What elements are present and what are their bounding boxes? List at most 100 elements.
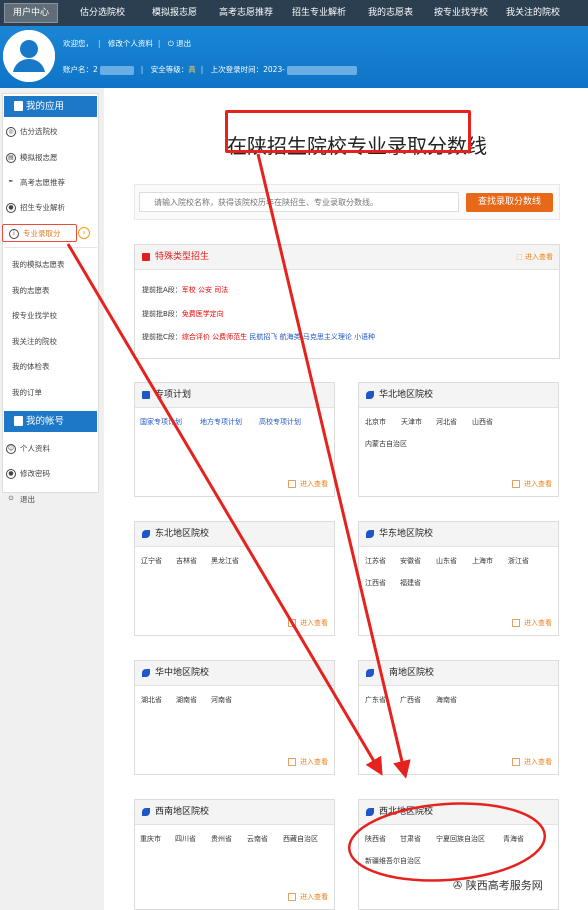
province-link[interactable]: 河南省 [211, 695, 232, 705]
search-input[interactable] [139, 192, 459, 212]
external-icon [288, 480, 296, 488]
sidebar-link-health[interactable]: 我的体检表 [12, 358, 50, 376]
edit-profile-link[interactable]: 修改个人资料 [108, 39, 153, 48]
nav-major-analysis[interactable]: 招生专业解析 [292, 0, 346, 26]
province-link[interactable]: 新疆维吾尔自治区 [365, 856, 421, 866]
avatar[interactable] [3, 30, 55, 82]
province-link[interactable]: 江苏省 [365, 556, 386, 566]
link-item[interactable]: 马克思主义理论 [303, 333, 352, 341]
last-login-label: 上次登录时间： [210, 65, 264, 74]
province-link[interactable]: 浙江省 [508, 556, 529, 566]
power-icon: ⏻ [8, 495, 14, 502]
sidebar-item-logout[interactable]: ⏻ 退出 [6, 491, 35, 509]
more-link[interactable]: 进入查看 [288, 479, 328, 489]
map-icon [366, 669, 374, 677]
province-link[interactable]: 广东省 [365, 695, 386, 705]
nav-user-center[interactable]: 用户中心 [4, 3, 58, 23]
sidebar-item-profile[interactable]: ☺ 个人资料 [6, 440, 50, 458]
more-link[interactable]: 进入查看 [288, 757, 328, 767]
province-link[interactable]: 山东省 [436, 556, 457, 566]
plan-link[interactable]: 国家专项计划 [140, 417, 182, 427]
sidebar-item-estimate[interactable]: ◎ 估分选院校 [6, 123, 58, 141]
chevron-right-icon[interactable]: › [78, 227, 90, 239]
link-item[interactable]: 免费医学定向 [182, 310, 224, 318]
sidebar-item-major-score[interactable]: i 专业录取分 [2, 224, 77, 242]
province-link[interactable]: 辽宁省 [141, 556, 162, 566]
sidebar-item-simulate[interactable]: ▤ 模拟报志愿 [6, 149, 58, 167]
province-link[interactable]: 海南省 [436, 695, 457, 705]
province-link[interactable]: 湖北省 [141, 695, 162, 705]
nav-followed[interactable]: 我关注的院校 [506, 0, 560, 26]
document-icon: ▤ [6, 153, 16, 163]
card-east: 华东地区院校 进入查看 [358, 521, 559, 636]
link-item[interactable]: 司法 [214, 286, 228, 294]
map-icon [366, 391, 374, 399]
nav-find-by-major[interactable]: 按专业找学校 [434, 0, 488, 26]
plan-link[interactable]: 地方专项计划 [200, 417, 242, 427]
profile-row-2: 账户名：2 | 安全等级：高 | 上次登录时间：2023- [63, 64, 359, 75]
top-nav: 用户中心 估分选院校 模拟报志愿 高考志愿推荐 招生专业解析 我的志愿表 按专业… [0, 0, 588, 26]
card-header: 华东地区院校 [359, 522, 558, 547]
info-icon: i [9, 229, 19, 239]
province-link[interactable]: 云南省 [247, 834, 268, 844]
province-link[interactable]: 陕西省 [365, 834, 386, 844]
nav-simulate[interactable]: 模拟报志愿 [152, 0, 197, 26]
sidebar-link-followed[interactable]: 我关注的院校 [12, 333, 57, 351]
link-item[interactable]: 综合评价 [182, 333, 210, 341]
plan-link[interactable]: 高校专项计划 [259, 417, 301, 427]
card-title: 华中地区院校 [155, 668, 210, 678]
province-link[interactable]: 贵州省 [211, 834, 232, 844]
link-item[interactable]: 民航招飞 [249, 333, 277, 341]
more-link[interactable]: 进入查看 [288, 618, 328, 628]
more-link[interactable]: 进入查看 [288, 892, 328, 902]
sidebar-link-my-simulate[interactable]: 我的模拟志愿表 [12, 256, 65, 274]
logout-link[interactable]: 退出 [176, 39, 191, 48]
more-link[interactable]: 进入查看 [512, 479, 552, 489]
link-item[interactable]: 军校 [182, 286, 196, 294]
card-title: 特殊类型招生 [155, 252, 210, 262]
province-link[interactable]: 青海省 [503, 834, 524, 844]
link-item[interactable]: 公安 [198, 286, 212, 294]
redacted-mask [99, 65, 134, 75]
more-label: 进入查看 [524, 758, 552, 766]
nav-estimate[interactable]: 估分选院校 [80, 0, 125, 26]
province-link[interactable]: 内蒙古自治区 [365, 439, 407, 449]
sidebar-item-password[interactable]: ● 修改密码 [6, 465, 50, 483]
province-link[interactable]: 江西省 [365, 578, 386, 588]
province-link[interactable]: 重庆市 [140, 834, 161, 844]
province-link[interactable]: 吉林省 [176, 556, 197, 566]
external-icon [288, 619, 296, 627]
card-title: 华东地区院校 [379, 529, 434, 539]
more-link[interactable]: ⬚ 进入查看 [516, 245, 553, 270]
link-item[interactable]: 公费师范生 [212, 333, 247, 341]
link-item[interactable]: 小语种 [354, 333, 375, 341]
external-icon [288, 758, 296, 766]
nav-my-volunteer[interactable]: 我的志愿表 [368, 0, 413, 26]
province-link[interactable]: 西藏自治区 [283, 834, 318, 844]
more-link[interactable]: 进入查看 [512, 618, 552, 628]
province-link[interactable]: 山西省 [472, 417, 493, 427]
province-link[interactable]: 宁夏回族自治区 [436, 834, 485, 844]
sidebar-item-major-analysis[interactable]: ● 招生专业解析 [6, 199, 65, 217]
province-link[interactable]: 湖南省 [176, 695, 197, 705]
province-link[interactable]: 河北省 [436, 417, 457, 427]
province-link[interactable]: 安徽省 [400, 556, 421, 566]
sidebar-link-find-by-major[interactable]: 按专业找学校 [12, 307, 57, 325]
sidebar-link-orders[interactable]: 我的订单 [12, 384, 42, 402]
nav-recommend[interactable]: 高考志愿推荐 [219, 0, 273, 26]
province-link[interactable]: 广西省 [400, 695, 421, 705]
province-link[interactable]: 四川省 [175, 834, 196, 844]
more-link[interactable]: 进入查看 [512, 757, 552, 767]
province-link[interactable]: 福建省 [400, 578, 421, 588]
province-link[interactable]: 黑龙江省 [211, 556, 239, 566]
province-link[interactable]: 北京市 [365, 417, 386, 427]
province-link[interactable]: 天津市 [401, 417, 422, 427]
sidebar-link-my-volunteer[interactable]: 我的志愿表 [12, 282, 50, 300]
province-link[interactable]: 甘肃省 [400, 834, 421, 844]
province-link[interactable]: 上海市 [472, 556, 493, 566]
badge-icon [142, 253, 150, 261]
watermark: ✇ 陕西高考服务网 [453, 877, 543, 893]
link-item[interactable]: 航海类 [280, 333, 301, 341]
sidebar-item-recommend[interactable]: ✒ 高考志愿推荐 [6, 174, 65, 192]
search-button[interactable]: 查找录取分数线 [466, 193, 553, 212]
